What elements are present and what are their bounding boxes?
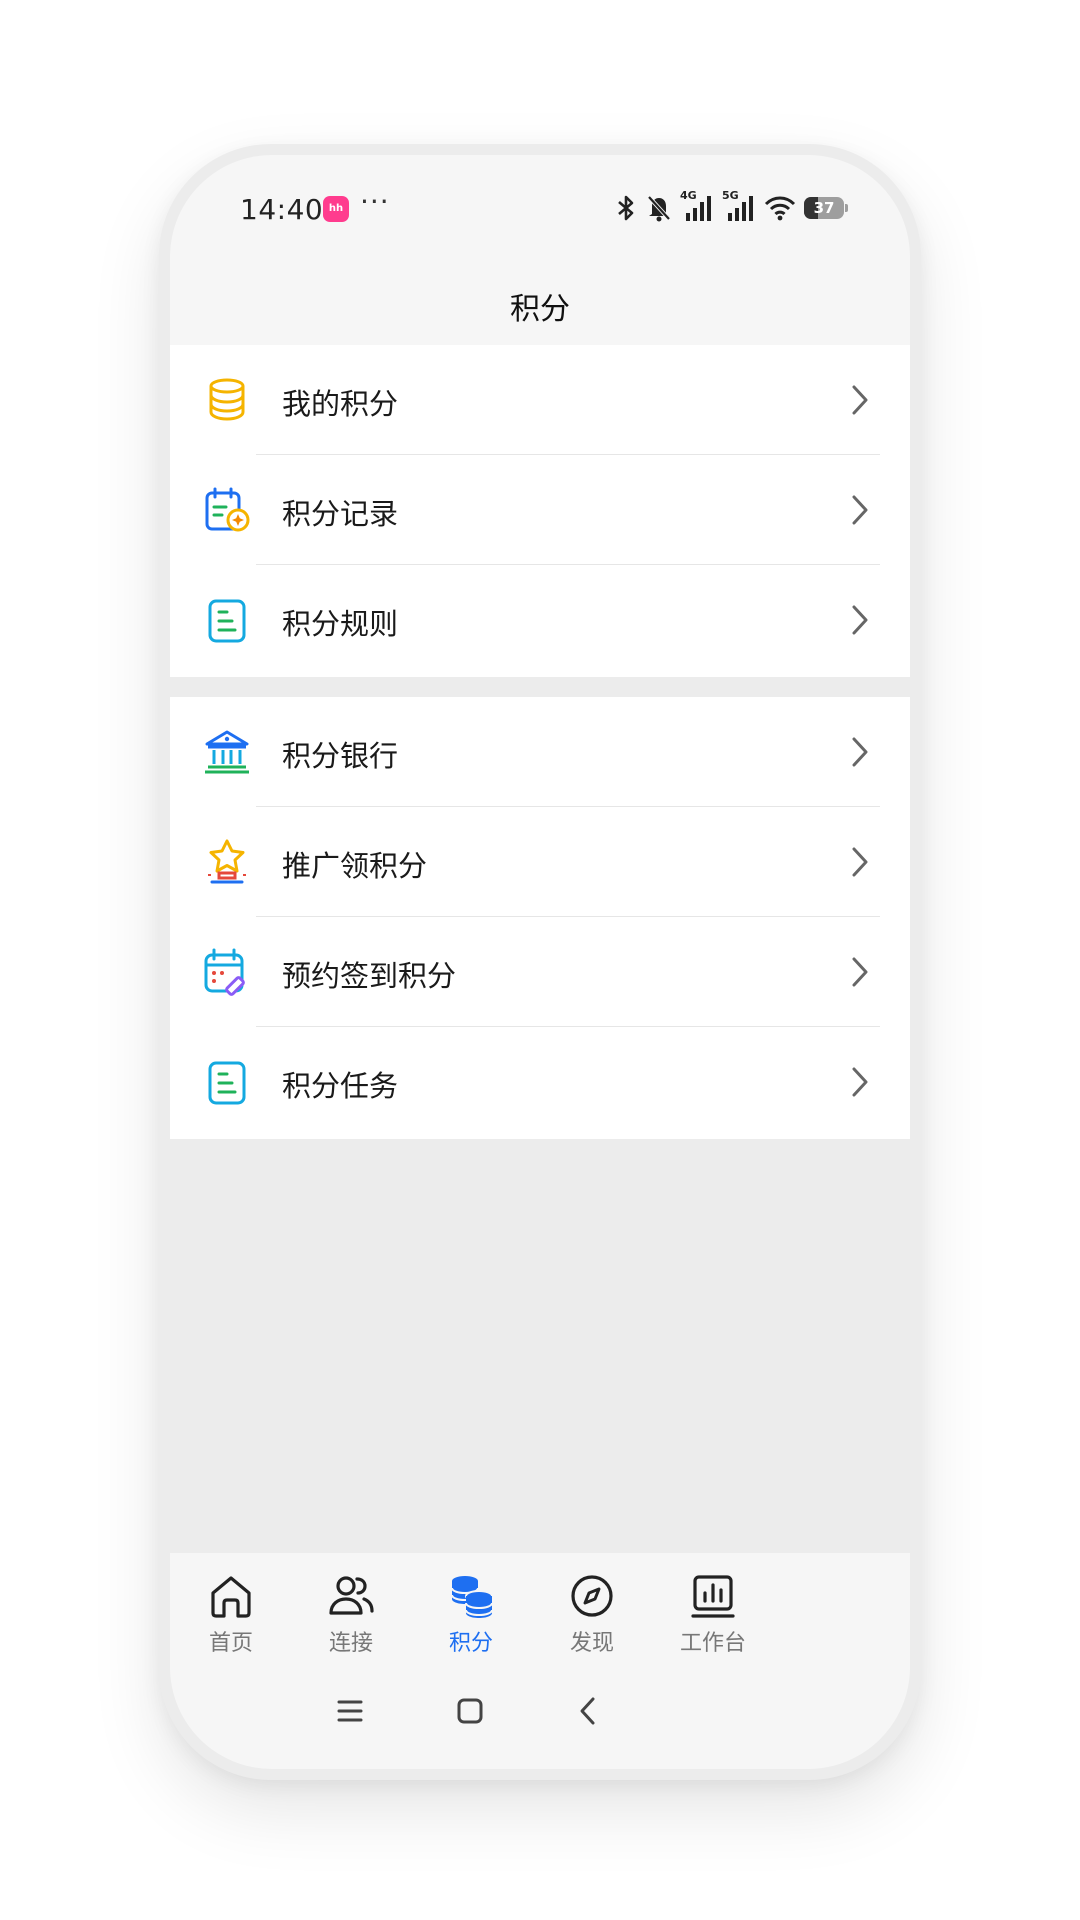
task-document-icon [202,1057,252,1107]
star-trophy-icon [202,837,252,887]
menu-item-label: 积分任务 [282,1069,399,1103]
tab-label: 工作台 [679,1631,746,1656]
menu-item-label: 预约签到积分 [282,959,457,993]
tab-points[interactable]: 积分 [411,1571,531,1667]
menu-item-booking-checkin-points[interactable]: 预约签到积分 [170,917,910,1027]
battery-level: 37 [813,199,835,217]
menu-item-points-tasks[interactable]: 积分任务 [170,1027,910,1137]
phone-frame: 14:40 hh ··· 4G 5G 37 积分 我的积分 积分记录 积分规则 … [159,144,921,1780]
tab-label: 连接 [328,1631,373,1656]
menu-group-1: 我的积分 积分记录 积分规则 [170,345,910,677]
tab-home[interactable]: 首页 [171,1571,291,1667]
menu-icon[interactable] [330,1691,370,1731]
bottom-tab-bar: 首页 连接 积分 发现 工作台 [170,1553,910,1769]
menu-item-label: 积分记录 [282,497,399,531]
menu-group-2: 积分银行 推广领积分 预约签到积分 积分任务 [170,697,910,1139]
menu-item-my-points[interactable]: 我的积分 [170,345,910,455]
signal-5g-icon: 5G [722,189,756,223]
status-bar: 14:40 hh ··· 4G 5G 37 [170,155,910,255]
chevron-right-icon [852,737,868,767]
chevron-right-icon [852,385,868,415]
menu-item-points-record[interactable]: 积分记录 [170,455,910,565]
menu-item-points-bank[interactable]: 积分银行 [170,697,910,807]
contacts-icon [329,1576,374,1615]
menu-item-promote-earn-points[interactable]: 推广领积分 [170,807,910,917]
system-navigation-bar [170,1691,910,1731]
chevron-right-icon [852,605,868,635]
coin-stack-icon [202,375,252,425]
title-bar: 积分 [170,255,910,345]
bank-icon [202,727,252,777]
battery-icon: 37 [804,197,848,219]
chevron-right-icon [852,957,868,987]
more-notifications-indicator: ··· [360,185,390,218]
status-icons: 4G 5G 37 [614,189,848,227]
app-notification-icon: hh [323,196,349,222]
chevron-right-icon [852,495,868,525]
menu-item-label: 我的积分 [282,387,399,421]
chevron-right-icon [852,1067,868,1097]
back-icon[interactable] [569,1691,609,1731]
tab-workbench[interactable]: 工作台 [653,1571,773,1667]
home-icon [211,1576,251,1618]
tab-label: 积分 [448,1631,493,1656]
screen: 14:40 hh ··· 4G 5G 37 积分 我的积分 积分记录 积分规则 … [170,155,910,1769]
tab-connect[interactable]: 连接 [291,1571,411,1667]
record-calendar-icon [202,485,252,535]
bluetooth-icon [618,195,634,221]
tab-discover[interactable]: 发现 [532,1571,652,1667]
menu-item-label: 积分规则 [282,607,399,641]
menu-item-label: 积分银行 [282,739,399,773]
coins-icon [451,1576,493,1618]
menu-item-points-rules[interactable]: 积分规则 [170,565,910,675]
signal-4g-icon: 4G [680,189,714,223]
chevron-right-icon [852,847,868,877]
menu-item-label: 推广领积分 [282,849,428,883]
page-title: 积分 [510,292,570,327]
dashboard-icon [691,1575,735,1618]
status-time: 14:40 [240,193,324,226]
mute-bell-icon [647,195,671,222]
rules-document-icon [202,595,252,645]
tab-label: 发现 [569,1631,614,1656]
home-square-icon[interactable] [450,1691,490,1731]
calendar-edit-icon [202,947,252,997]
tab-label: 首页 [208,1631,253,1656]
compass-icon [571,1575,613,1617]
wifi-icon [764,196,796,221]
